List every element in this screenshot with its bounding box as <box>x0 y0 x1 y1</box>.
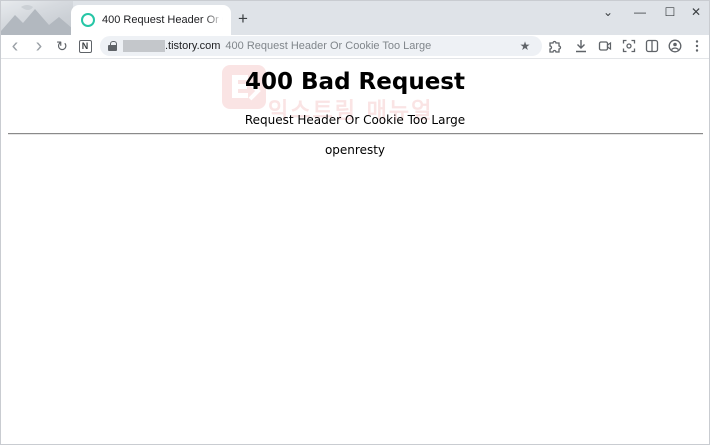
server-name: openresty <box>324 143 386 157</box>
redacted-subdomain <box>123 40 165 52</box>
url-host: .tistory.com <box>165 40 221 52</box>
active-tab[interactable]: 400 Request Header Or Cookie Too Large <box>71 5 231 35</box>
address-bar[interactable]: .tistory.com 400 Request Header Or Cooki… <box>100 36 542 56</box>
profile-avatar-icon[interactable] <box>664 35 686 57</box>
browser-toolbar: ‹ › ↻ N .tistory.com 400 Request Header … <box>1 35 709 57</box>
media-cast-icon[interactable] <box>594 35 616 57</box>
reload-button[interactable]: ↻ <box>51 35 73 57</box>
more-menu-icon[interactable] <box>686 35 708 57</box>
page-content: 익스트림 매뉴얼 400 Bad Request Request Header … <box>1 59 709 444</box>
site-favicon-icon <box>81 13 95 27</box>
tab-search-chevron-down-icon[interactable]: ⌄ <box>593 1 623 23</box>
error-message: Request Header Or Cookie Too Large <box>244 113 466 127</box>
minimize-button[interactable]: — <box>625 1 655 23</box>
screenshot-lens-icon[interactable] <box>618 35 640 57</box>
tab-strip-background-art <box>1 1 73 35</box>
close-button[interactable]: ✕ <box>681 1 709 23</box>
error-heading: 400 Bad Request <box>245 69 465 95</box>
back-button[interactable]: ‹ <box>4 35 26 57</box>
extensions-puzzle-icon[interactable] <box>544 35 566 57</box>
n-icon: N <box>78 39 92 53</box>
tab-title: 400 Request Header Or Cookie Too Large <box>102 14 223 26</box>
lock-icon[interactable] <box>108 41 117 51</box>
download-icon[interactable] <box>570 35 592 57</box>
side-panel-icon[interactable] <box>641 35 663 57</box>
url-page-title: 400 Request Header Or Cookie Too Large <box>225 40 432 52</box>
browser-window: 400 Request Header Or Cookie Too Large +… <box>0 0 710 445</box>
extension-n-button[interactable]: N <box>74 35 96 57</box>
tab-strip: 400 Request Header Or Cookie Too Large +… <box>1 1 709 35</box>
bookmark-star-icon[interactable]: ★ <box>518 39 532 53</box>
forward-button[interactable]: › <box>28 35 50 57</box>
new-tab-button[interactable]: + <box>234 10 252 28</box>
horizontal-rule <box>8 133 703 135</box>
